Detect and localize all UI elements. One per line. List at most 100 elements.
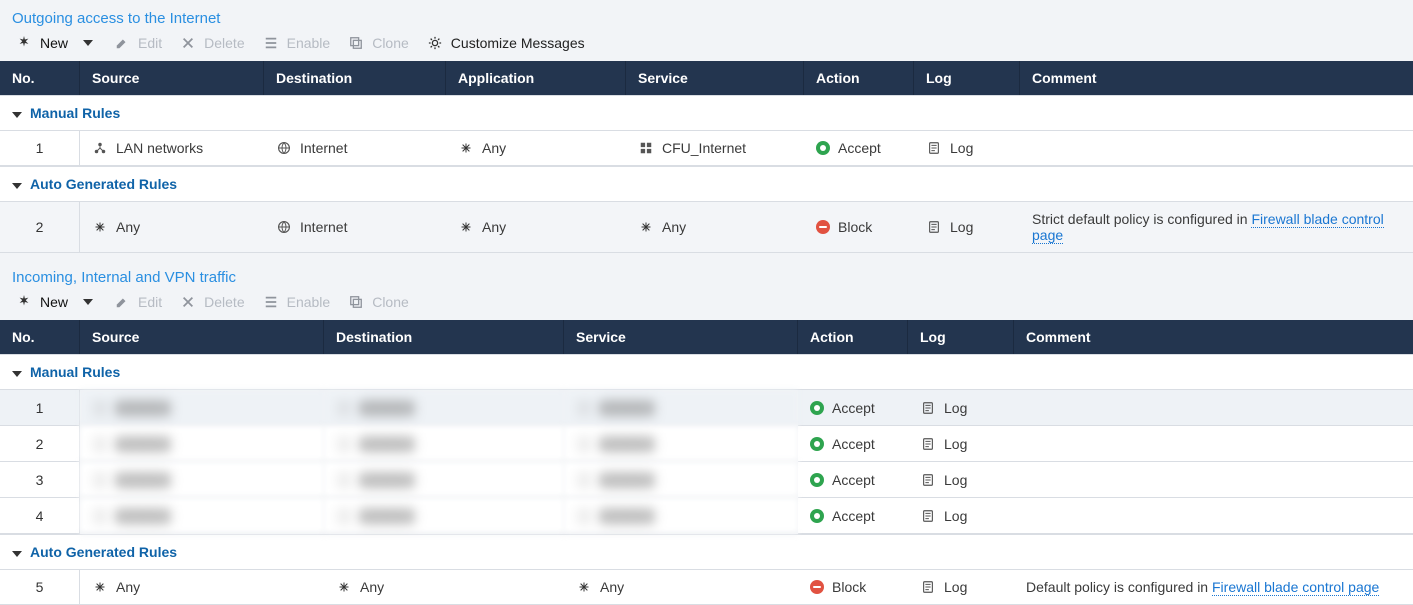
action-label: Accept (832, 400, 875, 416)
redacted-icon: ▇ (576, 508, 592, 524)
col-service[interactable]: Service (564, 320, 798, 354)
col-action[interactable]: Action (804, 61, 914, 95)
delete-label: Delete (204, 294, 244, 310)
group-manual-rules[interactable]: Manual Rules (0, 95, 1413, 131)
asterisk-icon (92, 219, 108, 235)
col-action[interactable]: Action (798, 320, 908, 354)
redacted-icon: ▇ (92, 436, 108, 452)
redacted-text: ▇▇▇▇▇ (600, 435, 654, 452)
service-label: Any (600, 579, 624, 595)
redacted-icon: ▇ (92, 508, 108, 524)
col-destination[interactable]: Destination (264, 61, 446, 95)
col-source[interactable]: Source (80, 320, 324, 354)
col-destination[interactable]: Destination (324, 320, 564, 354)
group-auto-rules[interactable]: Auto Generated Rules (0, 166, 1413, 202)
clone-icon (348, 294, 364, 310)
delete-button[interactable]: Delete (180, 35, 244, 51)
cell-no: 4 (0, 498, 80, 534)
toolbar-incoming: New Edit Delete Enable Clone (0, 292, 1413, 320)
clone-button[interactable]: Clone (348, 294, 409, 310)
table-row[interactable]: 1 ▇▇▇▇▇▇ ▇▇▇▇▇▇ ▇▇▇▇▇▇ Accept Log (0, 390, 1413, 426)
col-application[interactable]: Application (446, 61, 626, 95)
cell-comment (1014, 498, 1413, 534)
group-auto-rules[interactable]: Auto Generated Rules (0, 534, 1413, 570)
comment-text: Default policy is configured in (1026, 579, 1212, 595)
notes-icon (920, 579, 936, 595)
log-label: Log (944, 508, 967, 524)
enable-button[interactable]: Enable (263, 35, 331, 51)
group-title: Manual Rules (30, 364, 120, 380)
col-no[interactable]: No. (0, 61, 80, 95)
cell-service: Any (564, 570, 798, 605)
redacted-text: ▇▇▇▇▇ (360, 471, 414, 488)
objects-icon (638, 140, 654, 156)
notes-icon (920, 400, 936, 416)
redacted-text: ▇▇▇▇▇ (360, 507, 414, 524)
new-button[interactable]: New (16, 294, 96, 310)
cell-service: ▇▇▇▇▇▇ (564, 498, 798, 534)
enable-button[interactable]: Enable (263, 294, 331, 310)
cell-log: Log (908, 498, 1014, 534)
col-service[interactable]: Service (626, 61, 804, 95)
x-icon (180, 294, 196, 310)
accept-icon (810, 509, 824, 523)
redacted-icon: ▇ (336, 400, 352, 416)
table-row[interactable]: 2 Any Internet Any Any Block Log Strict … (0, 202, 1413, 253)
table-row[interactable]: 4 ▇▇▇▇▇▇ ▇▇▇▇▇▇ ▇▇▇▇▇▇ Accept Log (0, 498, 1413, 534)
col-comment[interactable]: Comment (1014, 320, 1413, 354)
table-row[interactable]: 5 Any Any Any Block Log Default policy i… (0, 570, 1413, 605)
table-row[interactable]: 1 LAN networks Internet Any CFU_Internet… (0, 131, 1413, 166)
col-log[interactable]: Log (914, 61, 1020, 95)
cell-service: ▇▇▇▇▇▇ (564, 462, 798, 498)
cell-log: Log (914, 202, 1020, 253)
col-no[interactable]: No. (0, 320, 80, 354)
cell-action: Accept (798, 426, 908, 462)
edit-label: Edit (138, 294, 162, 310)
col-source[interactable]: Source (80, 61, 264, 95)
toolbar-outgoing: New Edit Delete Enable Clone Customize M… (0, 33, 1413, 61)
action-label: Block (832, 579, 866, 595)
asterisk-icon (92, 579, 108, 595)
section-outgoing: Outgoing access to the Internet New Edit… (0, 0, 1413, 253)
col-log[interactable]: Log (908, 320, 1014, 354)
clone-button[interactable]: Clone (348, 35, 409, 51)
edit-label: Edit (138, 35, 162, 51)
globe-icon (276, 219, 292, 235)
group-manual-rules[interactable]: Manual Rules (0, 354, 1413, 390)
redacted-text: ▇▇▇▇▇ (360, 399, 414, 416)
table-row[interactable]: 3 ▇▇▇▇▇▇ ▇▇▇▇▇▇ ▇▇▇▇▇▇ Accept Log (0, 462, 1413, 498)
redacted-text: ▇▇▇▇▇ (600, 507, 654, 524)
cell-source: LAN networks (80, 131, 264, 166)
log-label: Log (950, 219, 973, 235)
delete-button[interactable]: Delete (180, 294, 244, 310)
edit-button[interactable]: Edit (114, 35, 162, 51)
clone-label: Clone (372, 35, 409, 51)
firewall-blade-control-link[interactable]: Firewall blade control page (1212, 579, 1379, 596)
log-label: Log (944, 472, 967, 488)
asterisk-icon (336, 579, 352, 595)
redacted-icon: ▇ (92, 472, 108, 488)
log-label: Log (950, 140, 973, 156)
cell-no: 2 (0, 202, 80, 253)
col-comment[interactable]: Comment (1020, 61, 1413, 95)
cell-service: Any (626, 202, 804, 253)
cell-action: Accept (798, 498, 908, 534)
section-incoming: Incoming, Internal and VPN traffic New E… (0, 259, 1413, 605)
section-title-incoming: Incoming, Internal and VPN traffic (0, 259, 1413, 292)
asterisk-icon (458, 219, 474, 235)
application-label: Any (482, 140, 506, 156)
redacted-text: ▇▇▇▇▇ (116, 507, 170, 524)
cell-no: 3 (0, 462, 80, 498)
cell-application: Any (446, 131, 626, 166)
edit-button[interactable]: Edit (114, 294, 162, 310)
new-button[interactable]: New (16, 35, 96, 51)
cell-comment (1014, 426, 1413, 462)
customize-messages-button[interactable]: Customize Messages (427, 35, 585, 51)
new-star-icon (16, 294, 32, 310)
cell-service: ▇▇▇▇▇▇ (564, 390, 798, 426)
table-row[interactable]: 2 ▇▇▇▇▇▇ ▇▇▇▇▇▇ ▇▇▇▇▇▇ Accept Log (0, 426, 1413, 462)
list-icon (263, 294, 279, 310)
cell-no: 2 (0, 426, 80, 462)
notes-icon (920, 472, 936, 488)
gear-icon (427, 35, 443, 51)
